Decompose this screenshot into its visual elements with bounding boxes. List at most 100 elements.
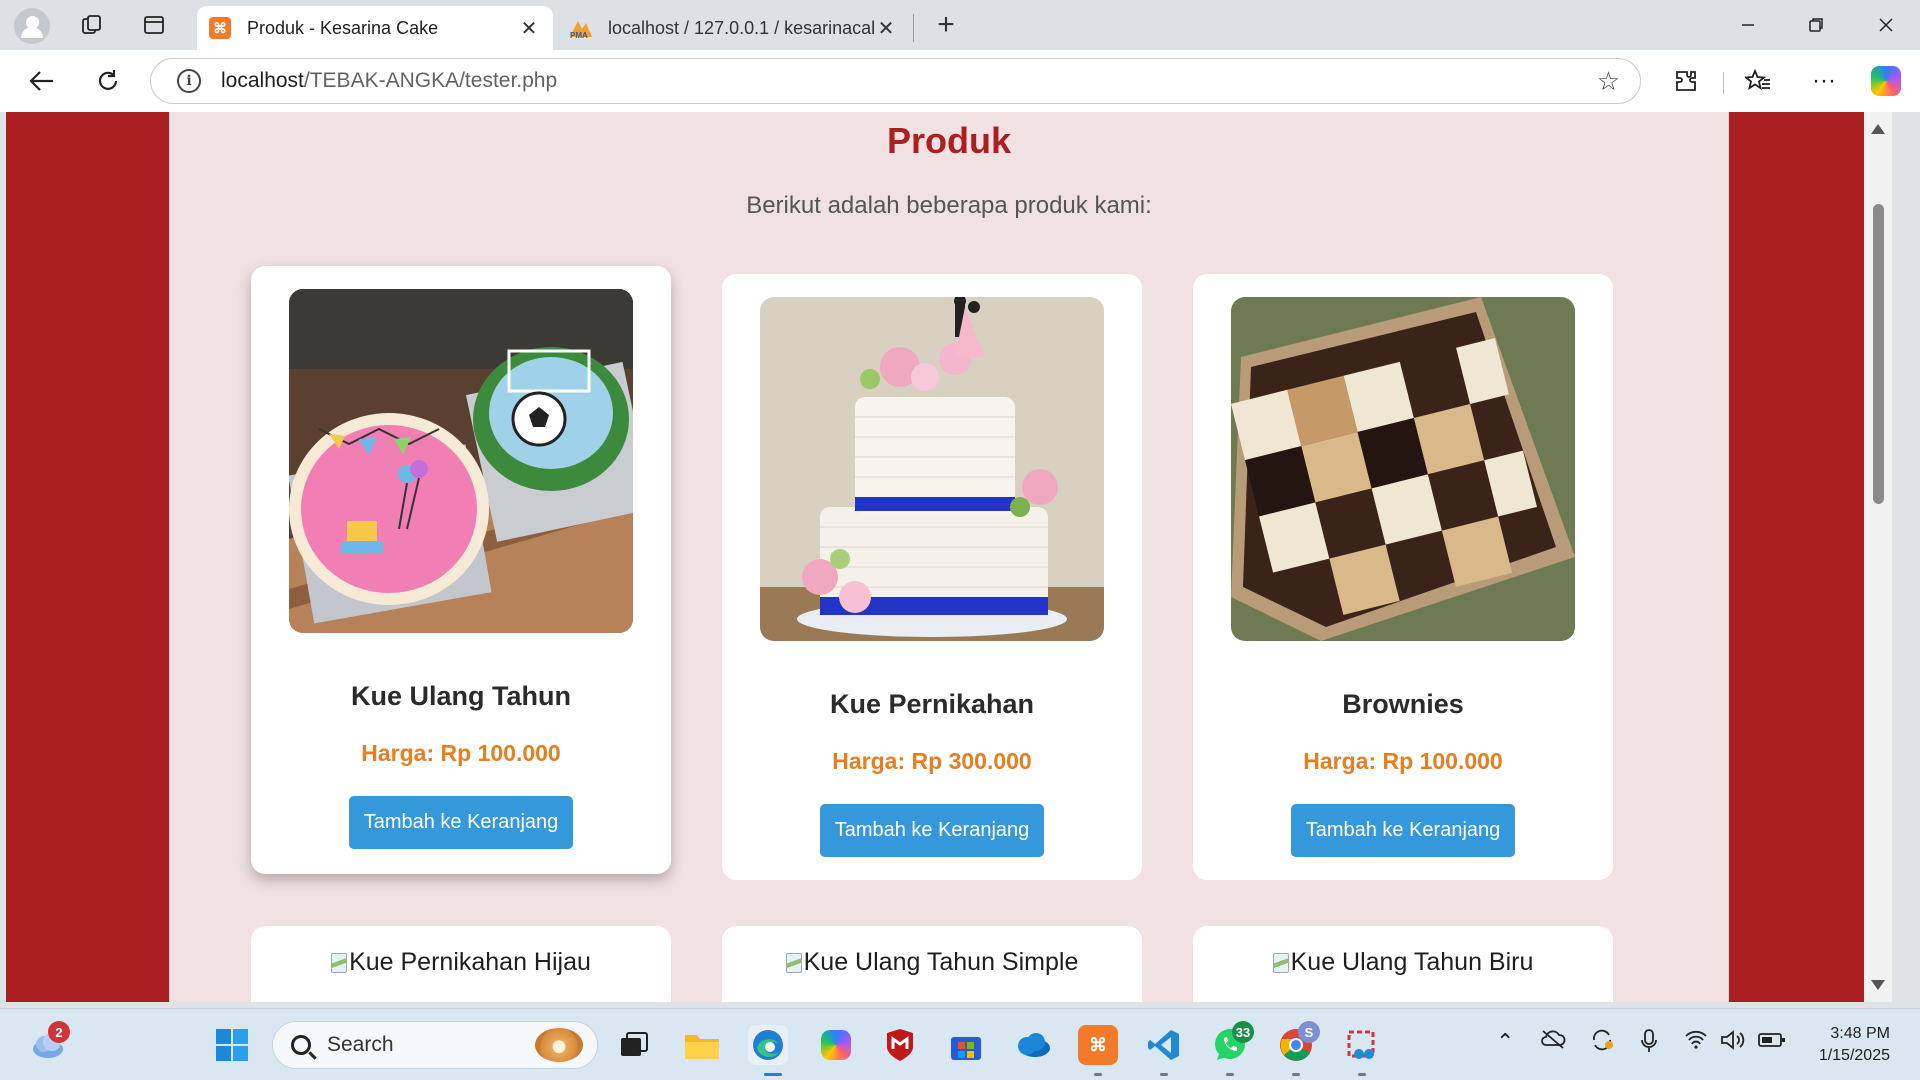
image-alt-text: Kue Ulang Tahun Biru	[1290, 948, 1534, 976]
running-indicator	[764, 1073, 782, 1076]
snipping-tool-icon[interactable]	[1342, 1025, 1382, 1065]
windows-taskbar: 2 Search ⌘ 33 S ⌃ 3:48 PM 1/15/2025	[0, 1008, 1920, 1080]
favorite-star-icon[interactable]: ☆	[1597, 66, 1620, 97]
products-section: Produk Berikut adalah beberapa produk ka…	[169, 112, 1729, 1002]
xampp-favicon-icon: ⌘	[209, 17, 231, 39]
workspaces-icon[interactable]	[74, 8, 110, 42]
address-bar[interactable]: i localhost/TEBAK-ANGKA/tester.php ☆	[150, 58, 1641, 104]
tab-phpmyadmin[interactable]: PMA localhost / 127.0.0.1 / kesarinacake…	[556, 6, 910, 50]
taskbar-search-box[interactable]: Search	[272, 1021, 598, 1069]
search-label: Search	[327, 1033, 394, 1056]
image-alt-text: Kue Ulang Tahun Simple	[803, 948, 1079, 976]
product-card: Brownies Harga: Rp 100.000 Tambah ke Ker…	[1193, 274, 1613, 880]
add-to-cart-button[interactable]: Tambah ke Keranjang	[820, 804, 1044, 857]
onedrive-icon[interactable]	[1012, 1025, 1052, 1065]
restore-icon[interactable]	[1786, 6, 1846, 44]
running-indicator	[1292, 1073, 1300, 1076]
favorites-icon[interactable]	[1738, 63, 1778, 99]
tab-actions-icon[interactable]	[136, 8, 172, 42]
add-to-cart-button[interactable]: Tambah ke Keranjang	[1291, 804, 1515, 857]
tab-title: localhost / 127.0.0.1 / kesarinacake	[608, 17, 874, 38]
file-explorer-icon[interactable]	[682, 1025, 722, 1065]
product-card: Kue Ulang Tahun Biru	[1193, 926, 1613, 1002]
broken-image-icon	[331, 952, 348, 973]
more-menu-icon[interactable]: ···	[1804, 63, 1844, 99]
whatsapp-badge: 33	[1232, 1021, 1254, 1043]
microsoft-store-icon[interactable]	[946, 1025, 986, 1065]
mcafee-icon[interactable]	[880, 1025, 920, 1065]
edge-browser-icon[interactable]	[748, 1025, 788, 1065]
show-hidden-icons-icon[interactable]: ⌃	[1496, 1029, 1514, 1055]
broken-image-icon	[1272, 952, 1289, 973]
microphone-icon[interactable]	[1640, 1029, 1658, 1059]
clock-date: 1/15/2025	[1818, 1047, 1890, 1064]
broken-product-image: Kue Pernikahan Hijau	[251, 948, 671, 977]
page-subtitle: Berikut adalah beberapa produk kami:	[746, 192, 1152, 219]
battery-icon[interactable]	[1758, 1029, 1786, 1055]
url-path: /TEBAK-ANGKA/tester.php	[303, 69, 558, 92]
scroll-up-icon[interactable]	[1871, 124, 1885, 134]
page-title: Produk	[886, 120, 1011, 161]
minimize-icon[interactable]	[1718, 6, 1778, 44]
copilot-icon[interactable]	[1866, 63, 1906, 99]
url-host: localhost	[221, 69, 304, 92]
product-image-birthday-cake	[289, 289, 633, 633]
refresh-icon[interactable]	[88, 63, 128, 99]
xampp-icon[interactable]: ⌘	[1078, 1025, 1118, 1065]
back-icon[interactable]	[22, 63, 62, 99]
close-tab-icon[interactable]: ✕	[517, 16, 541, 41]
wifi-icon[interactable]	[1684, 1029, 1708, 1055]
broken-product-image: Kue Ulang Tahun Biru	[1193, 948, 1613, 977]
url-text[interactable]: localhost/TEBAK-ANGKA/tester.php	[221, 69, 1597, 93]
weather-badge: 2	[48, 1021, 70, 1043]
search-highlight-icon	[535, 1028, 583, 1062]
tab-separator	[913, 14, 914, 42]
tab-title: Produk - Kesarina Cake	[247, 17, 439, 38]
phpmyadmin-favicon-icon: PMA	[568, 17, 594, 40]
product-name: Brownies	[1342, 689, 1464, 719]
page-viewport: Produk Berikut adalah beberapa produk ka…	[6, 112, 1892, 1002]
volume-icon[interactable]	[1720, 1029, 1746, 1057]
scroll-down-icon[interactable]	[1871, 980, 1885, 990]
close-tab-icon[interactable]: ✕	[874, 16, 898, 41]
tab-produk[interactable]: ⌘ Produk - Kesarina Cake ✕	[197, 6, 553, 50]
product-image-brownies	[1231, 297, 1575, 641]
product-card: Kue Pernikahan Hijau	[251, 926, 671, 1002]
image-alt-text: Kue Pernikahan Hijau	[349, 948, 591, 976]
product-price: Harga: Rp 100.000	[1303, 748, 1503, 774]
navigation-bar: i localhost/TEBAK-ANGKA/tester.php ☆ ···	[0, 50, 1920, 112]
product-name: Kue Ulang Tahun	[351, 681, 571, 711]
running-indicator	[1358, 1073, 1366, 1076]
system-clock[interactable]: 3:48 PM 1/15/2025	[1819, 1023, 1890, 1067]
clock-time: 3:48 PM	[1830, 1025, 1890, 1042]
task-view-icon[interactable]	[614, 1025, 654, 1065]
product-image-wedding-cake	[760, 297, 1104, 641]
close-window-icon[interactable]	[1856, 6, 1916, 44]
vertical-scrollbar[interactable]	[1864, 112, 1892, 1002]
product-price: Harga: Rp 100.000	[361, 740, 561, 766]
toolbar-separator	[1723, 72, 1724, 94]
onedrive-status-icon[interactable]	[1540, 1029, 1566, 1055]
sync-icon[interactable]	[1590, 1029, 1614, 1057]
extensions-icon[interactable]	[1666, 63, 1706, 99]
profile-avatar-icon[interactable]	[14, 8, 50, 44]
search-icon	[291, 1035, 311, 1055]
copilot-app-icon[interactable]	[816, 1025, 856, 1065]
running-indicator	[1226, 1073, 1234, 1076]
browser-title-bar: ⌘ Produk - Kesarina Cake ✕ PMA localhost…	[0, 0, 1920, 50]
product-card: Kue Ulang Tahun Harga: Rp 100.000 Tambah…	[251, 266, 671, 874]
scrollbar-thumb[interactable]	[1873, 204, 1884, 504]
chrome-profile-badge: S	[1298, 1021, 1320, 1043]
product-name: Kue Pernikahan	[829, 689, 1035, 719]
start-menu-icon[interactable]	[212, 1025, 252, 1065]
new-tab-icon[interactable]: +	[928, 8, 964, 42]
vscode-icon[interactable]	[1144, 1025, 1184, 1065]
svg-text:PMA: PMA	[570, 31, 588, 39]
broken-image-icon	[785, 952, 802, 973]
product-price: Harga: Rp 300.000	[832, 748, 1032, 774]
product-card: Kue Ulang Tahun Simple	[722, 926, 1142, 1002]
product-card: Kue Pernikahan Harga: Rp 300.000 Tambah …	[722, 274, 1142, 880]
add-to-cart-button[interactable]: Tambah ke Keranjang	[349, 796, 573, 849]
site-info-icon[interactable]: i	[177, 69, 201, 93]
running-indicator	[1094, 1073, 1102, 1076]
